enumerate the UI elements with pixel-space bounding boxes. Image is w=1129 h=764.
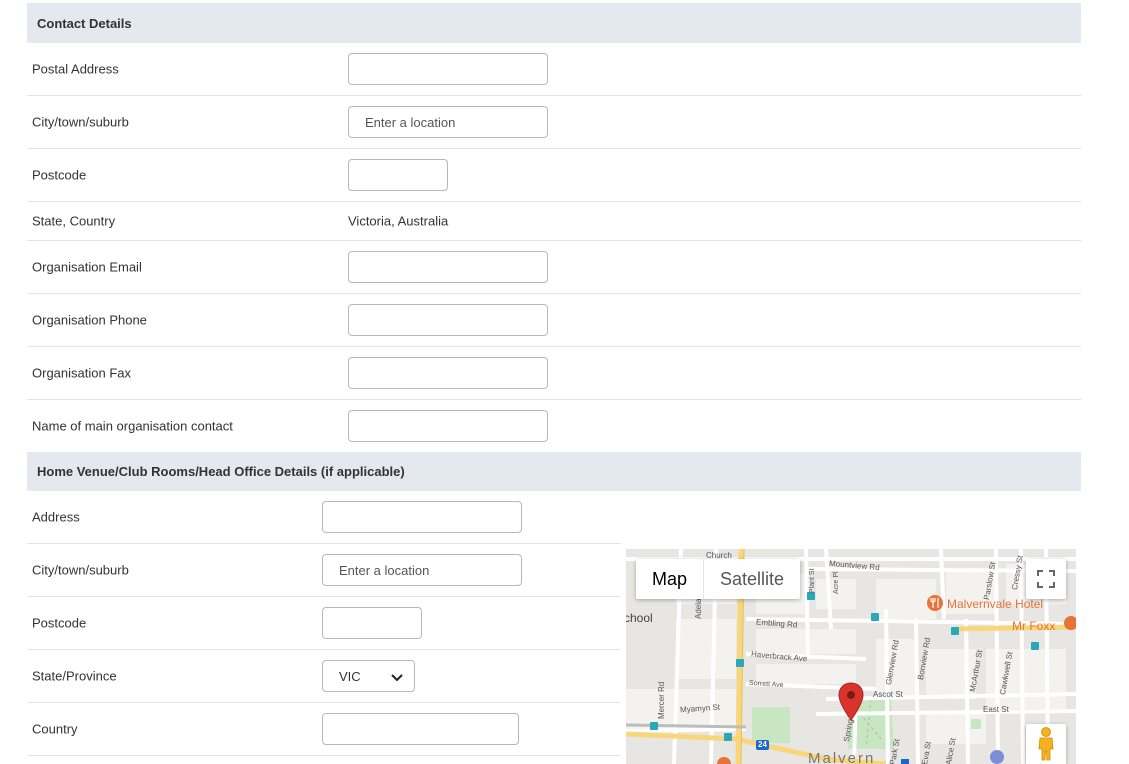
- city-input[interactable]: [348, 106, 548, 138]
- phone-input[interactable]: [348, 304, 548, 336]
- route-24-label: 24: [758, 740, 767, 749]
- postal-address-row: Postal Address: [27, 43, 1081, 96]
- phone-row: Organisation Phone: [27, 294, 1081, 347]
- map-label-school: chool: [626, 611, 653, 625]
- restaurant-icon: [930, 598, 939, 608]
- main-contact-label: Name of main organisation contact: [32, 418, 233, 434]
- venue-address-label: Address: [32, 509, 80, 525]
- map-label-malvern: Malvern: [808, 750, 876, 764]
- map-type-satellite-button[interactable]: Satellite: [703, 559, 800, 599]
- section-title: Home Venue/Club Rooms/Head Office Detail…: [37, 464, 405, 479]
- fax-row: Organisation Fax: [27, 347, 1081, 400]
- venue-country-input[interactable]: [322, 713, 519, 745]
- postcode-label: Postcode: [32, 167, 87, 183]
- venue-state-label: State/Province: [32, 668, 117, 684]
- map-label-malvernvale-hotel: Malvernvale Hotel: [947, 597, 1044, 611]
- city-row: City/town/suburb: [27, 96, 1081, 149]
- venue-country-row: Country: [27, 703, 621, 756]
- email-row: Organisation Email: [27, 241, 1081, 294]
- phone-label: Organisation Phone: [32, 312, 147, 328]
- fullscreen-button[interactable]: [1026, 559, 1066, 599]
- state-country-row: State, Country Victoria, Australia: [27, 202, 1081, 241]
- map-label-mr-foxx: Mr Foxx: [1012, 619, 1056, 633]
- postcode-row: Postcode: [27, 149, 1081, 202]
- postcode-input[interactable]: [348, 159, 448, 191]
- venue-city-input[interactable]: [322, 554, 522, 586]
- state-country-value: Victoria, Australia: [348, 213, 449, 229]
- section-title: Contact Details: [37, 15, 132, 31]
- venue-country-label: Country: [32, 721, 78, 737]
- venue-postcode-row: Postcode: [27, 597, 621, 650]
- state-select[interactable]: VIC: [322, 660, 415, 692]
- venue-address-row: Address: [27, 491, 621, 544]
- map-label-ascot: Ascot St: [873, 690, 903, 699]
- postal-address-label: Postal Address: [32, 61, 119, 77]
- location-pin-icon[interactable]: [838, 682, 864, 722]
- location-map[interactable]: Mountview Rd Church chool Embling Rd Hav…: [626, 549, 1076, 764]
- city-label: City/town/suburb: [32, 114, 129, 130]
- main-contact-row: Name of main organisation contact: [27, 400, 1081, 452]
- contact-details-header: Contact Details: [27, 3, 1081, 43]
- venue-address-input[interactable]: [322, 501, 522, 533]
- venue-state-row: State/Province VIC: [27, 650, 621, 703]
- pegman-icon: [1038, 727, 1054, 761]
- map-type-control: Map Satellite: [636, 559, 801, 599]
- email-input[interactable]: [348, 251, 548, 283]
- venue-postcode-label: Postcode: [32, 615, 87, 631]
- postal-address-input[interactable]: [348, 53, 548, 85]
- map-label-acre: Acre Pl: [833, 571, 840, 594]
- map-label-plant: Plant St: [809, 568, 816, 593]
- map-label-mercer: Mercer Rd: [657, 681, 666, 719]
- venue-city-row: City/town/suburb: [27, 544, 621, 597]
- map-label-east: East St: [983, 705, 1009, 714]
- street-view-button[interactable]: [1026, 724, 1066, 764]
- main-contact-input[interactable]: [348, 410, 548, 442]
- venue-details-header: Home Venue/Club Rooms/Head Office Detail…: [27, 452, 1081, 491]
- fullscreen-icon: [1037, 570, 1055, 588]
- map-type-map-button[interactable]: Map: [636, 559, 703, 599]
- email-label: Organisation Email: [32, 259, 142, 275]
- fax-label: Organisation Fax: [32, 365, 131, 381]
- state-country-label: State, Country: [32, 213, 116, 229]
- venue-city-label: City/town/suburb: [32, 562, 129, 578]
- chevron-down-icon: [391, 674, 403, 682]
- state-select-value: VIC: [339, 668, 361, 684]
- fax-input[interactable]: [348, 357, 548, 389]
- venue-postcode-input[interactable]: [322, 607, 422, 639]
